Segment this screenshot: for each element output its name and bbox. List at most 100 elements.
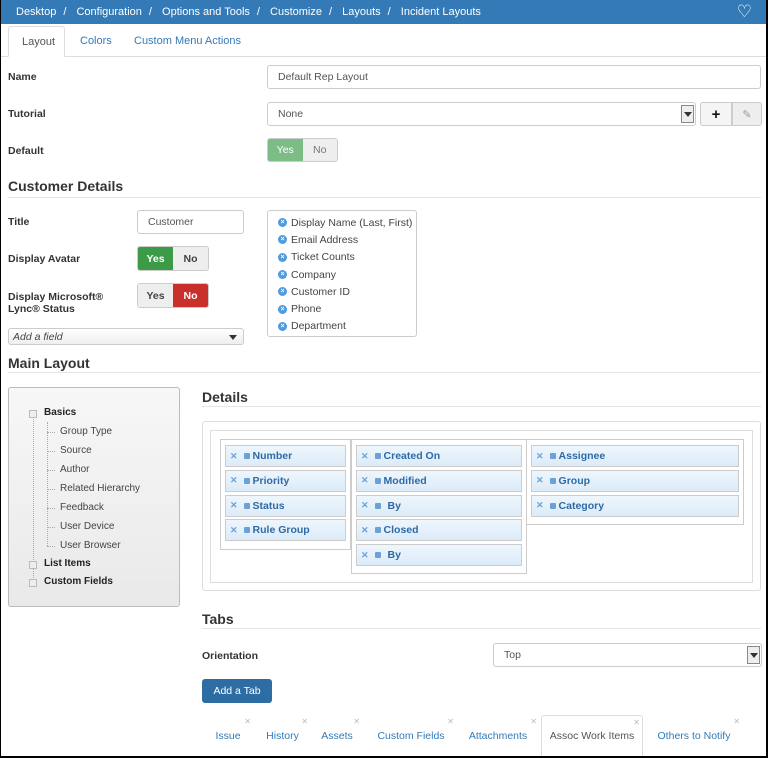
display-avatar-toggle[interactable]: Yes No bbox=[137, 246, 209, 271]
avatar-yes[interactable]: Yes bbox=[138, 247, 173, 270]
close-tab-icon[interactable]: ✕ bbox=[447, 717, 454, 726]
tree-item[interactable]: Group Type bbox=[60, 426, 112, 437]
tree-item[interactable]: User Device bbox=[60, 521, 114, 532]
remove-x-icon[interactable]: ✕ bbox=[230, 475, 238, 486]
layout-field[interactable]: ✕ Assignee bbox=[531, 445, 739, 467]
collapse-toggle-icon[interactable] bbox=[29, 561, 37, 569]
display-lync-toggle[interactable]: Yes No bbox=[137, 283, 209, 308]
layout-tab-attachments[interactable]: Attachments ✕ bbox=[457, 715, 539, 756]
add-field-select[interactable]: Add a field bbox=[8, 328, 244, 345]
close-tab-icon[interactable]: ✕ bbox=[530, 717, 537, 726]
settings-gear-icon[interactable] bbox=[243, 527, 250, 534]
layout-field[interactable]: ✕ Category bbox=[531, 494, 739, 517]
tab-colors[interactable]: Colors bbox=[67, 26, 125, 57]
layout-field[interactable]: ✕ Priority bbox=[225, 469, 346, 492]
layout-field[interactable]: ✕ Number bbox=[225, 445, 346, 467]
layout-tab-custom-fields[interactable]: Custom Fields ✕ bbox=[366, 715, 456, 756]
remove-x-icon[interactable]: ✕ bbox=[361, 550, 369, 561]
settings-gear-icon[interactable] bbox=[243, 477, 250, 484]
breadcrumb-layouts[interactable]: Layouts bbox=[342, 6, 381, 18]
dropdown-arrow-icon[interactable] bbox=[747, 646, 760, 664]
tab-custom-menu-actions[interactable]: Custom Menu Actions bbox=[121, 26, 254, 57]
settings-gear-icon[interactable] bbox=[243, 453, 250, 459]
layout-tab-assets[interactable]: Assets ✕ bbox=[312, 715, 362, 756]
close-tab-icon[interactable]: ✕ bbox=[301, 717, 308, 726]
remove-circle-icon[interactable]: × bbox=[278, 321, 287, 331]
settings-gear-icon[interactable] bbox=[243, 502, 250, 509]
tree-node-custom-fields[interactable]: Custom Fields bbox=[44, 576, 113, 587]
layout-field[interactable]: ✕ Rule Group bbox=[225, 519, 346, 542]
tree-item[interactable]: User Browser bbox=[60, 540, 121, 551]
settings-gear-icon[interactable] bbox=[549, 453, 556, 459]
default-yes[interactable]: Yes bbox=[268, 139, 303, 161]
remove-x-icon[interactable]: ✕ bbox=[361, 500, 369, 511]
remove-x-icon[interactable]: ✕ bbox=[230, 525, 238, 536]
tab-label: History bbox=[266, 729, 299, 742]
layout-tab-history[interactable]: History ✕ bbox=[255, 715, 310, 756]
remove-x-icon[interactable]: ✕ bbox=[536, 451, 544, 462]
remove-x-icon[interactable]: ✕ bbox=[361, 525, 369, 536]
collapse-toggle-icon[interactable] bbox=[29, 579, 37, 587]
remove-circle-icon[interactable]: × bbox=[278, 287, 287, 297]
add-tab-button[interactable]: Add a Tab bbox=[202, 679, 272, 703]
default-toggle[interactable]: Yes No bbox=[267, 138, 338, 162]
title-input[interactable]: Customer bbox=[137, 210, 244, 234]
close-tab-icon[interactable]: ✕ bbox=[353, 717, 360, 726]
tree-item[interactable]: Source bbox=[60, 445, 92, 456]
avatar-no[interactable]: No bbox=[173, 247, 208, 270]
tree-item[interactable]: Feedback bbox=[60, 502, 104, 513]
layout-field[interactable]: ✕ By bbox=[356, 494, 522, 517]
title-label: Title bbox=[8, 216, 30, 228]
close-tab-icon[interactable]: ✕ bbox=[733, 717, 740, 726]
breadcrumb-configuration[interactable]: Configuration bbox=[76, 6, 141, 18]
breadcrumb-options[interactable]: Options and Tools bbox=[162, 6, 250, 18]
favorite-heart-icon[interactable]: ♡ bbox=[737, 3, 752, 20]
layout-field[interactable]: ✕ Status bbox=[225, 494, 346, 517]
layout-field[interactable]: ✕ Group bbox=[531, 469, 739, 492]
collapse-toggle-icon[interactable] bbox=[29, 410, 37, 418]
layout-tab-assoc-work-items[interactable]: Assoc Work Items ✕ bbox=[541, 715, 643, 756]
remove-circle-icon[interactable]: × bbox=[278, 252, 287, 262]
layout-tab-others-to-notify[interactable]: Others to Notify ✕ bbox=[646, 715, 742, 756]
layout-tab-issue[interactable]: Issue ✕ bbox=[203, 715, 253, 756]
name-input[interactable]: Default Rep Layout bbox=[267, 65, 761, 89]
breadcrumb-customize[interactable]: Customize bbox=[270, 6, 322, 18]
settings-gear-icon[interactable] bbox=[374, 502, 381, 509]
layout-field[interactable]: ✕ Created On bbox=[356, 445, 522, 467]
remove-x-icon[interactable]: ✕ bbox=[361, 451, 369, 462]
breadcrumb-desktop[interactable]: Desktop bbox=[16, 6, 56, 18]
remove-circle-icon[interactable]: × bbox=[278, 235, 287, 245]
orientation-select[interactable]: Top bbox=[493, 643, 762, 667]
close-tab-icon[interactable]: ✕ bbox=[633, 718, 640, 727]
remove-x-icon[interactable]: ✕ bbox=[536, 500, 544, 511]
settings-gear-icon[interactable] bbox=[549, 502, 556, 509]
remove-circle-icon[interactable]: × bbox=[278, 218, 287, 228]
lync-yes[interactable]: Yes bbox=[138, 284, 173, 307]
remove-circle-icon[interactable]: × bbox=[278, 270, 287, 280]
layout-field[interactable]: ✕ Closed bbox=[356, 519, 522, 542]
settings-gear-icon[interactable] bbox=[374, 477, 381, 484]
add-tutorial-plus-icon[interactable]: + bbox=[700, 102, 732, 126]
dropdown-arrow-icon[interactable] bbox=[681, 105, 694, 123]
layout-field[interactable]: ✕ Modified bbox=[356, 469, 522, 492]
tree-node-basics[interactable]: Basics bbox=[44, 407, 76, 418]
settings-gear-icon[interactable] bbox=[374, 527, 381, 534]
remove-x-icon[interactable]: ✕ bbox=[230, 500, 238, 511]
tree-node-list-items[interactable]: List Items bbox=[44, 558, 91, 569]
tree-item[interactable]: Author bbox=[60, 464, 89, 475]
lync-no[interactable]: No bbox=[173, 284, 208, 307]
settings-gear-icon[interactable] bbox=[374, 552, 381, 559]
tutorial-select[interactable]: None bbox=[267, 102, 696, 126]
tree-item[interactable]: Related Hierarchy bbox=[60, 483, 140, 494]
remove-x-icon[interactable]: ✕ bbox=[230, 451, 238, 462]
edit-tutorial-pencil-icon[interactable]: ✎ bbox=[732, 102, 762, 126]
remove-circle-icon[interactable]: × bbox=[278, 304, 287, 314]
tab-layout[interactable]: Layout bbox=[8, 26, 65, 57]
settings-gear-icon[interactable] bbox=[549, 477, 556, 484]
remove-x-icon[interactable]: ✕ bbox=[361, 475, 369, 486]
default-no[interactable]: No bbox=[302, 139, 337, 161]
close-tab-icon[interactable]: ✕ bbox=[244, 717, 251, 726]
layout-field[interactable]: ✕ By bbox=[356, 544, 522, 567]
remove-x-icon[interactable]: ✕ bbox=[536, 475, 544, 486]
settings-gear-icon[interactable] bbox=[374, 453, 381, 459]
